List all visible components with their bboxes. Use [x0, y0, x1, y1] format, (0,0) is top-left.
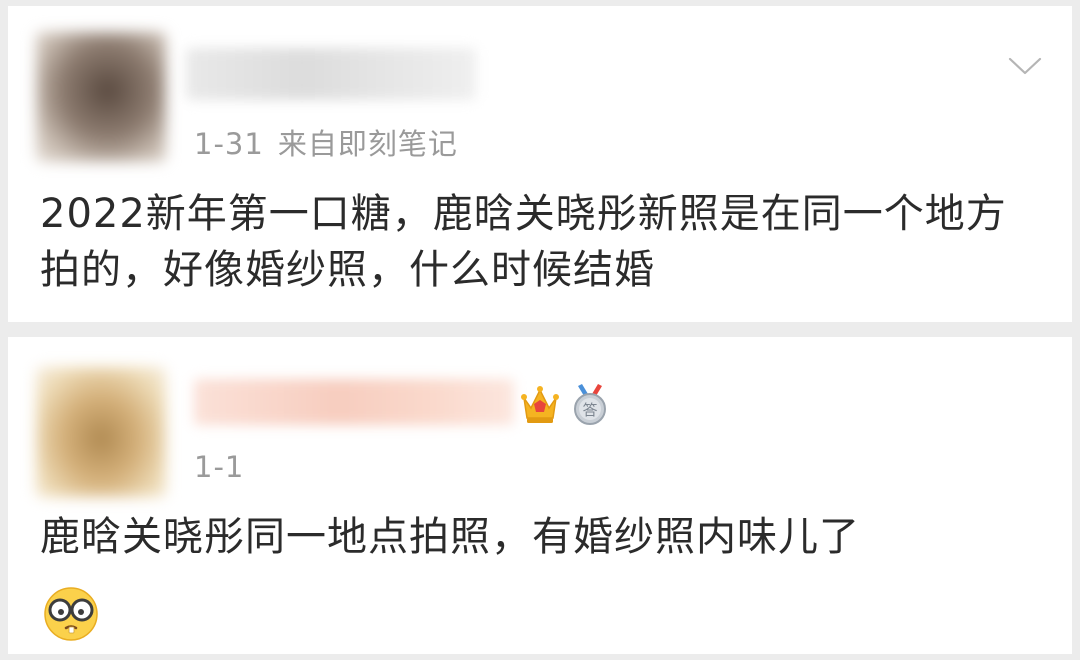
- crown-icon: [521, 386, 559, 423]
- medal-char: 答: [582, 401, 597, 419]
- comment-meta: 1-31 来自即刻笔记: [194, 121, 458, 163]
- username-blurred[interactable]: [186, 48, 476, 100]
- comment-source: 来自即刻笔记: [277, 127, 458, 161]
- comment-text: 2022新年第一口糖，鹿晗关晓彤新照是在同一个地方拍的，好像婚纱照，什么时候结婚: [40, 191, 1007, 293]
- avatar[interactable]: [36, 32, 166, 162]
- comment-card[interactable]: 答 1-1 鹿晗关晓彤同一地点拍照，有婚纱照内味儿了: [8, 337, 1072, 654]
- comment-text: 鹿晗关晓彤同一地点拍照，有婚纱照内味儿了: [40, 514, 860, 560]
- comment-meta: 1-1: [194, 450, 244, 484]
- avatar[interactable]: [36, 367, 166, 497]
- nerd-glasses-emoji: [44, 587, 98, 641]
- username-blurred[interactable]: [194, 379, 514, 425]
- comment-date: 1-31: [194, 127, 264, 161]
- medal-icon: 答: [574, 384, 606, 425]
- comment-card[interactable]: 1-31 来自即刻笔记 2022新年第一口糖，鹿晗关晓彤新照是在同一个地方拍的，好…: [8, 6, 1072, 322]
- chevron-down-icon[interactable]: [1008, 56, 1042, 76]
- comment-date: 1-1: [194, 450, 245, 484]
